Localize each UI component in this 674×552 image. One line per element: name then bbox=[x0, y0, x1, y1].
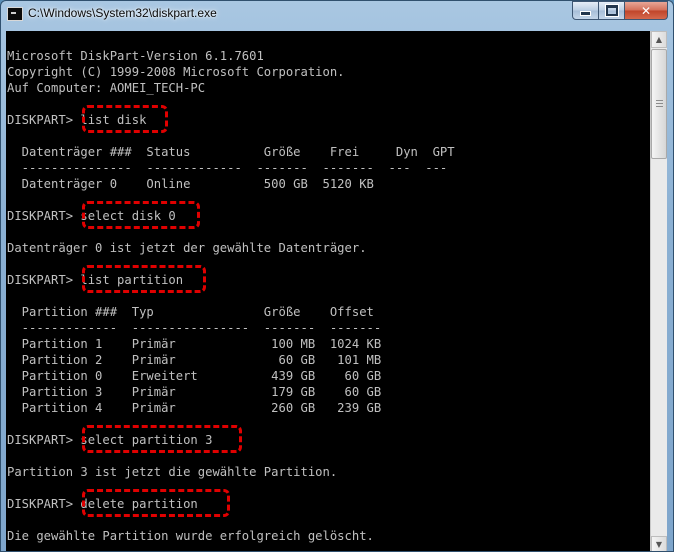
arrow-up-icon: ▲ bbox=[655, 35, 663, 44]
scroll-down-button[interactable]: ▼ bbox=[651, 536, 667, 551]
highlight-select-partition bbox=[82, 425, 242, 453]
console-line: Partition 2 Primär 60 GB 101 MB bbox=[7, 353, 382, 367]
scroll-up-button[interactable]: ▲ bbox=[651, 31, 667, 48]
console-line: Microsoft DiskPart-Version 6.1.7601 bbox=[7, 49, 264, 63]
maximize-button[interactable] bbox=[599, 1, 625, 20]
console-line: Auf Computer: AOMEI_TECH-PC bbox=[7, 81, 206, 95]
highlight-list-partition bbox=[82, 265, 206, 293]
thumb-grip-icon bbox=[656, 106, 663, 107]
highlight-delete-partition bbox=[82, 489, 230, 517]
thumb-grip-icon bbox=[656, 100, 663, 101]
console-line: Datenträger 0 ist jetzt der gewählte Dat… bbox=[7, 241, 367, 255]
close-icon: ✕ bbox=[640, 3, 652, 18]
vertical-scrollbar[interactable]: ▲ ▼ bbox=[650, 31, 667, 551]
console-line: Partition ### Typ Größe Offset bbox=[7, 305, 374, 319]
console-line: Copyright (C) 1999-2008 Microsoft Corpor… bbox=[7, 65, 345, 79]
console-line: Partition 3 Primär 179 GB 60 GB bbox=[7, 385, 382, 399]
console-line: Die gewählte Partition wurde erfolgreich… bbox=[7, 529, 374, 543]
arrow-down-icon: ▼ bbox=[655, 540, 663, 549]
console-line: Datenträger 0 Online 500 GB 5120 KB bbox=[7, 177, 374, 191]
highlight-list-disk bbox=[82, 105, 168, 133]
diskpart-window: C:\Windows\System32\diskpart.exe ✕ Micro… bbox=[0, 0, 674, 552]
console-line: Partition 1 Primär 100 MB 1024 KB bbox=[7, 337, 382, 351]
console-line: Partition 4 Primär 260 GB 239 GB bbox=[7, 401, 382, 415]
scroll-thumb[interactable] bbox=[651, 49, 667, 159]
console-line: Partition 0 Erweitert 439 GB 60 GB bbox=[7, 369, 382, 383]
close-button[interactable]: ✕ bbox=[625, 1, 668, 20]
console-line: Partition 3 ist jetzt die gewählte Parti… bbox=[7, 465, 338, 479]
title-bar[interactable]: C:\Windows\System32\diskpart.exe ✕ bbox=[1, 1, 673, 31]
thumb-grip-icon bbox=[656, 103, 663, 104]
minimize-button[interactable] bbox=[572, 1, 599, 20]
caption-buttons: ✕ bbox=[572, 1, 668, 20]
console-line: Datenträger ### Status Größe Frei Dyn GP… bbox=[7, 145, 455, 159]
console-line: --------------- ------------- ------- --… bbox=[7, 161, 448, 175]
console-line: ------------- ---------------- ------- -… bbox=[7, 321, 382, 335]
highlight-select-disk bbox=[82, 201, 200, 229]
maximize-icon bbox=[605, 5, 618, 16]
window-title: C:\Windows\System32\diskpart.exe bbox=[28, 6, 217, 20]
console-output[interactable]: Microsoft DiskPart-Version 6.1.7601 Copy… bbox=[6, 31, 650, 551]
console-app-icon bbox=[7, 7, 23, 21]
minimize-icon bbox=[580, 11, 591, 16]
